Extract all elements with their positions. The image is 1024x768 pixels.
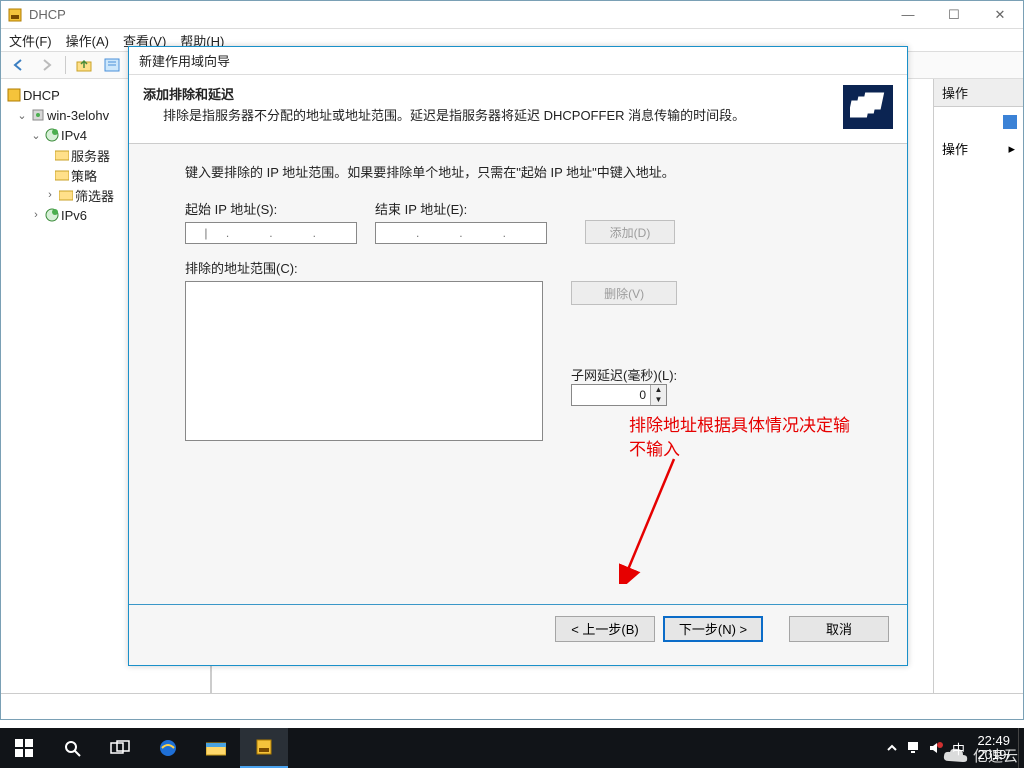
dhcp-task-icon[interactable] [240, 728, 288, 768]
folder-icon [53, 169, 71, 181]
show-desktop-button[interactable] [1018, 728, 1024, 768]
wizard-banner-icon [843, 85, 893, 129]
wizard-title: 新建作用域向导 [129, 47, 907, 75]
start-button[interactable] [0, 728, 48, 768]
ipv4-icon [43, 128, 61, 142]
delete-button[interactable]: 删除(V) [571, 281, 677, 305]
taskbar: 中 22:49 2019/ [0, 728, 1024, 768]
wizard-header: 添加排除和延迟 排除是指服务器不分配的地址或地址范围。延迟是指服务器将延迟 DH… [129, 75, 907, 144]
network-icon[interactable] [903, 728, 925, 768]
new-scope-wizard: 新建作用域向导 添加排除和延迟 排除是指服务器不分配的地址或地址范围。延迟是指服… [128, 46, 908, 666]
cloud-icon [941, 746, 969, 766]
expand-icon[interactable]: › [43, 189, 57, 201]
actions-pane: 操作 操作 ▸ [933, 79, 1023, 693]
start-ip-label: 起始 IP 地址(S): [185, 199, 357, 218]
menu-action[interactable]: 操作(A) [66, 31, 109, 50]
subnet-delay-label: 子网延迟(毫秒)(L): [571, 368, 677, 383]
statusbar [1, 693, 1023, 719]
start-ip-input[interactable]: |. . . [185, 222, 357, 244]
search-icon[interactable] [48, 728, 96, 768]
dhcp-icon [5, 88, 23, 102]
wizard-heading: 添加排除和延迟 [143, 85, 833, 106]
titlebar: DHCP — ☐ ✕ [1, 1, 1023, 29]
end-ip-input[interactable]: . . . [375, 222, 547, 244]
chevron-right-icon: ▸ [1008, 141, 1015, 157]
annotation-arrow-icon [619, 454, 679, 584]
cancel-button[interactable]: 取消 [789, 616, 889, 642]
wizard-footer: < 上一步(B) 下一步(N) > 取消 [129, 604, 907, 652]
close-button[interactable]: ✕ [977, 1, 1023, 29]
folder-icon [57, 189, 75, 201]
watermark: 亿速云 [941, 745, 1018, 766]
folder-up-icon[interactable] [72, 55, 96, 75]
add-button[interactable]: 添加(D) [585, 220, 675, 244]
spin-down-icon[interactable]: ▼ [651, 395, 666, 405]
properties-icon[interactable] [100, 55, 124, 75]
explorer-icon[interactable] [192, 728, 240, 768]
dhcp-app-icon [7, 7, 23, 23]
actions-header: 操作 [934, 79, 1023, 107]
folder-icon [53, 149, 71, 161]
excluded-range-label: 排除的地址范围(C): [185, 261, 298, 276]
forward-icon[interactable] [35, 55, 59, 75]
server-icon [29, 108, 47, 122]
wizard-subheading: 排除是指服务器不分配的地址或地址范围。延迟是指服务器将延迟 DHCPOFFER … [143, 106, 833, 127]
actions-more[interactable]: 操作 ▸ [934, 135, 1023, 162]
wizard-body: 键入要排除的 IP 地址范围。如果要排除单个地址，只需在"起始 IP 地址"中键… [129, 144, 907, 604]
subnet-delay-input[interactable]: 0 ▲ ▼ [571, 384, 667, 406]
back-button[interactable]: < 上一步(B) [555, 616, 655, 642]
wizard-instruction: 键入要排除的 IP 地址范围。如果要排除单个地址，只需在"起始 IP 地址"中键… [185, 162, 851, 181]
task-view-icon[interactable] [96, 728, 144, 768]
collapse-icon[interactable]: ⌄ [15, 109, 29, 122]
tray-chevron-icon[interactable] [881, 728, 903, 768]
spin-up-icon[interactable]: ▲ [651, 385, 666, 395]
next-button[interactable]: 下一步(N) > [663, 616, 763, 642]
minimize-button[interactable]: — [885, 1, 931, 29]
collapse-actions-icon[interactable] [1003, 115, 1017, 129]
ipv6-icon [43, 208, 61, 222]
collapse-icon[interactable]: ⌄ [29, 129, 43, 142]
menu-file[interactable]: 文件(F) [9, 31, 52, 50]
back-icon[interactable] [7, 55, 31, 75]
excluded-range-list[interactable] [185, 281, 543, 441]
maximize-button[interactable]: ☐ [931, 1, 977, 29]
ie-icon[interactable] [144, 728, 192, 768]
end-ip-label: 结束 IP 地址(E): [375, 199, 547, 218]
expand-icon[interactable]: › [29, 209, 43, 221]
window-title: DHCP [29, 7, 66, 22]
